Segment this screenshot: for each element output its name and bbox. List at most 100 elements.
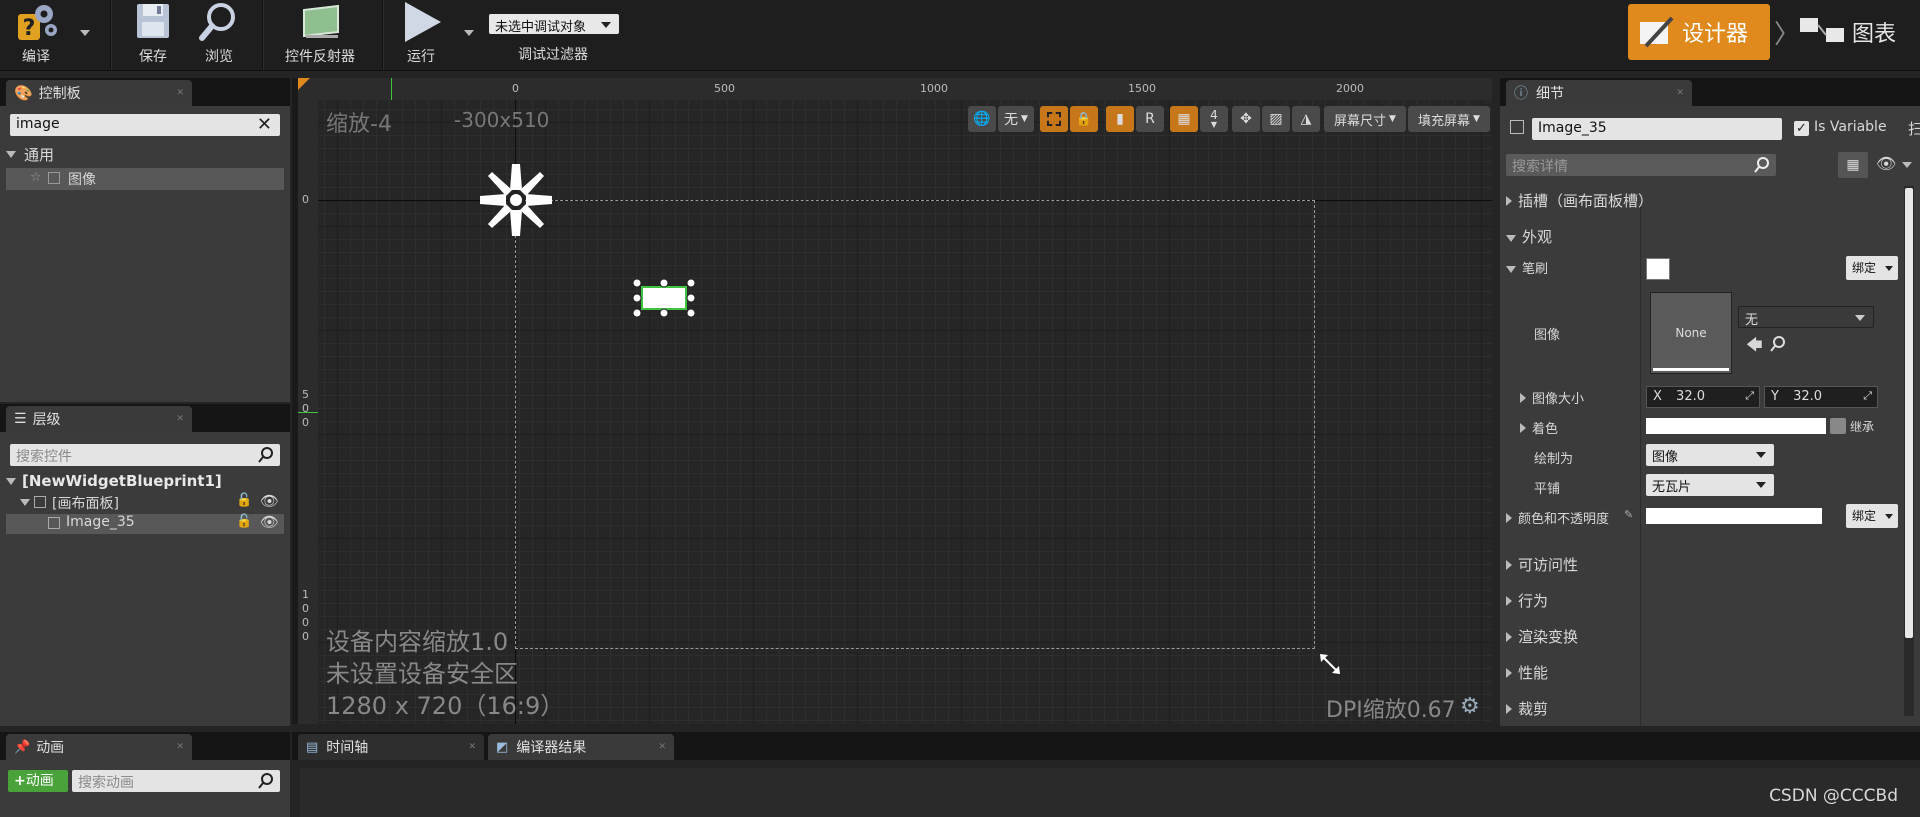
draw-as-dropdown[interactable]: 图像 <box>1646 444 1774 466</box>
inherit-checkbox[interactable] <box>1830 418 1846 434</box>
brush-bind-dropdown[interactable]: 绑定 <box>1846 256 1898 280</box>
image-size-y-field[interactable]: Y 32.0 ⤢ <box>1764 386 1878 408</box>
designer-mode-button[interactable]: 设计器 <box>1628 4 1770 60</box>
resize-handles[interactable] <box>632 278 696 318</box>
designer-canvas[interactable]: 缩放-4 -300x510 设备内容缩放1.0 未设置设备安全区 1280 x … <box>318 100 1492 724</box>
search-icon[interactable] <box>1770 336 1786 352</box>
section-accessibility[interactable]: 可访问性 <box>1506 554 1578 575</box>
tab-compiler-results[interactable]: ◩ 编译器结果 ✕ <box>488 734 674 760</box>
chevron-down-icon[interactable] <box>1902 162 1912 168</box>
close-icon[interactable]: ✕ <box>176 742 184 752</box>
image-label: 图像 <box>1534 328 1561 343</box>
hierarchy-search-input[interactable]: 搜索控件 <box>10 444 280 466</box>
image-size-x-field[interactable]: X 32.0 ⤢ <box>1646 386 1760 408</box>
color-opacity-row[interactable]: 颜色和不透明度 <box>1506 508 1609 527</box>
hierarchy-item-image[interactable]: Image_35 🔓 👁 <box>6 513 284 534</box>
compile-button[interactable]: ? 编译 <box>8 0 64 70</box>
section-performance-label: 性能 <box>1518 664 1549 682</box>
is-variable-checkbox[interactable]: ✓ <box>1794 121 1809 136</box>
collapse-triangle-icon <box>6 151 16 158</box>
clear-search-icon[interactable]: ✕ <box>257 114 272 135</box>
eye-icon[interactable]: 👁 <box>260 513 279 531</box>
play-options-chevron-down-icon[interactable] <box>464 30 474 36</box>
culture-dropdown[interactable]: 无 ▼ <box>998 106 1034 132</box>
eye-icon[interactable]: 👁 <box>260 492 279 510</box>
tint-color-swatch[interactable] <box>1646 418 1826 434</box>
tab-hierarchy[interactable]: ☰ 层级 ✕ <box>6 406 192 432</box>
transform-mode-button[interactable]: ✥ <box>1232 106 1260 132</box>
debug-object-dropdown[interactable]: 未选中调试对象 <box>489 14 619 35</box>
outline-toggle-button[interactable] <box>1040 106 1068 132</box>
close-icon[interactable]: ✕ <box>176 88 184 98</box>
screen-size-dropdown[interactable]: 屏幕尺寸 ▼ <box>1324 106 1406 132</box>
palette-search-input[interactable]: image ✕ <box>10 114 280 136</box>
collapse-triangle-icon <box>1506 235 1516 242</box>
section-appearance[interactable]: 外观 <box>1506 226 1552 247</box>
close-icon[interactable]: ✕ <box>176 414 184 424</box>
section-appearance-label: 外观 <box>1522 228 1553 246</box>
column-divider <box>1640 206 1641 726</box>
section-slot[interactable]: 插槽（画布面板槽） <box>1506 190 1653 211</box>
add-animation-button[interactable]: +动画 <box>8 770 68 792</box>
expand-triangle-icon <box>1506 513 1512 523</box>
palette-category-common[interactable]: 通用 <box>6 144 54 165</box>
respect-locks-button[interactable]: R <box>1136 106 1164 132</box>
globe-button[interactable]: 🌐 <box>968 106 996 132</box>
image-size-row[interactable]: 图像大小 <box>1520 388 1584 407</box>
arrow-left-icon[interactable]: 🡄 <box>1746 334 1763 361</box>
reset-arrow-icon[interactable]: ⤢ <box>1745 389 1754 403</box>
image-asset-dropdown[interactable]: 无 <box>1738 306 1874 328</box>
lock-toggle-button[interactable]: 🔒 <box>1070 106 1098 132</box>
compile-options-chevron-down-icon[interactable] <box>80 30 90 36</box>
hierarchy-root[interactable]: [NewWidgetBlueprint1] <box>6 472 222 490</box>
animation-search-input[interactable]: 搜索动画 <box>72 770 280 792</box>
lock-icon[interactable]: 🔓 <box>236 493 252 508</box>
tab-timeline[interactable]: ▤ 时间轴 ✕ <box>298 734 484 760</box>
brush-row[interactable]: 笔刷 <box>1506 258 1548 277</box>
section-behavior[interactable]: 行为 <box>1506 590 1548 611</box>
grid-snap-button[interactable]: ▦ <box>1170 106 1198 132</box>
details-search-input[interactable]: 搜索详情 <box>1506 154 1776 176</box>
grid-size-dropdown[interactable]: 4 ▼ <box>1200 106 1228 132</box>
eye-icon[interactable]: 👁 <box>1876 154 1896 173</box>
details-tabbar: ⓘ 细节 ✕ <box>1500 78 1920 106</box>
image-thumbnail[interactable]: None <box>1650 292 1732 374</box>
fill-screen-dropdown[interactable]: 填充屏幕 ▼ <box>1408 106 1490 132</box>
brush-color-swatch[interactable] <box>1646 258 1670 280</box>
tiling-dropdown[interactable]: 无瓦片 <box>1646 474 1774 496</box>
flip-button[interactable]: ◮ <box>1292 106 1320 132</box>
section-performance[interactable]: 性能 <box>1506 662 1548 683</box>
play-button[interactable]: 运行 <box>396 0 446 70</box>
close-icon[interactable]: ✕ <box>658 742 666 752</box>
close-icon[interactable]: ✕ <box>1676 88 1684 98</box>
section-render-transform[interactable]: 渲染变换 <box>1506 626 1578 647</box>
widget-name-input[interactable]: Image_35 <box>1532 118 1782 140</box>
eyedropper-icon[interactable]: ✎ <box>1624 508 1633 521</box>
star-icon[interactable]: ☆ <box>30 170 42 185</box>
tab-details[interactable]: ⓘ 细节 ✕ <box>1506 80 1692 106</box>
property-matrix-button[interactable]: ▦ <box>1838 152 1868 178</box>
details-scrollbar-thumb[interactable] <box>1905 188 1913 638</box>
color-opacity-swatch[interactable] <box>1646 508 1822 524</box>
save-button[interactable]: 保存 <box>128 0 178 70</box>
anchor-icon[interactable] <box>476 160 556 240</box>
section-clipping[interactable]: 裁剪 <box>1506 698 1548 719</box>
details-scrollbar-track[interactable] <box>1904 186 1914 716</box>
chevron-down-icon <box>601 22 611 28</box>
palette-item-image[interactable]: ☆ 图像 <box>6 168 284 190</box>
tab-palette[interactable]: 🎨 控制板 ✕ <box>6 80 192 106</box>
tint-row[interactable]: 着色 <box>1520 418 1558 437</box>
hierarchy-item-canvas[interactable]: [画布面板] 🔓 👁 <box>20 492 284 513</box>
close-icon[interactable]: ✕ <box>468 742 476 752</box>
reset-arrow-icon[interactable]: ⤢ <box>1863 389 1872 403</box>
color-bind-dropdown[interactable]: 绑定 <box>1846 504 1898 528</box>
graph-mode-button[interactable]: 图表 <box>1798 12 1918 52</box>
lock-icon[interactable]: 🔓 <box>236 514 252 529</box>
resize-arrow-icon[interactable] <box>1318 652 1342 676</box>
browse-button[interactable]: 浏览 <box>194 0 244 70</box>
tab-animation[interactable]: 📌 动画 ✕ <box>6 734 192 760</box>
gear-icon[interactable]: ⚙ <box>1460 694 1480 719</box>
image-preview-button[interactable]: ▨ <box>1262 106 1290 132</box>
widget-reflector-button[interactable]: 控件反射器 <box>278 0 362 70</box>
layout-toggle-button[interactable]: ▮ <box>1106 106 1134 132</box>
